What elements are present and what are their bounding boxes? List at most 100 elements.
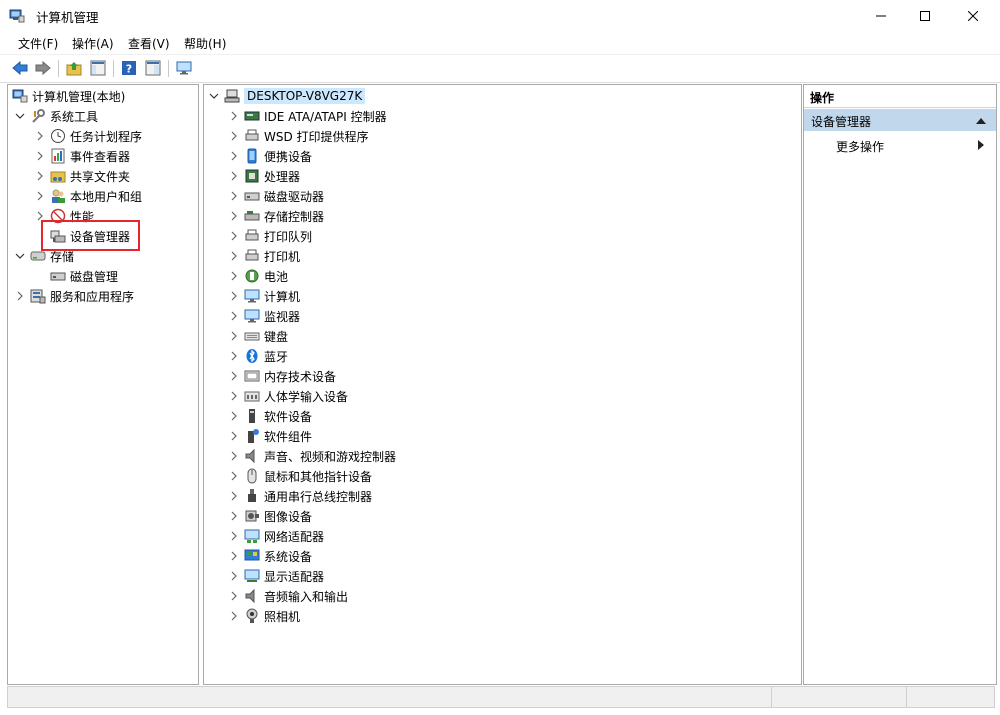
- chevron-right-icon[interactable]: [228, 550, 240, 562]
- chevron-right-icon[interactable]: [228, 390, 240, 402]
- properties-button[interactable]: [143, 59, 163, 77]
- device-category-row[interactable]: 图像设备: [228, 506, 312, 526]
- device-category-row[interactable]: 磁盘驱动器: [228, 186, 324, 206]
- shared-folder-icon: [50, 168, 66, 184]
- chevron-right-icon[interactable]: [34, 170, 46, 182]
- device-category-label: 鼠标和其他指针设备: [264, 469, 373, 484]
- menu-file[interactable]: 文件(F): [18, 35, 58, 52]
- up-folder-icon: [66, 62, 82, 76]
- device-category-label: WSD 打印提供程序: [264, 129, 369, 144]
- chevron-right-icon[interactable]: [228, 110, 240, 122]
- tree-item-services-applications[interactable]: 服务和应用程序: [14, 286, 134, 306]
- chevron-right-icon[interactable]: [228, 150, 240, 162]
- sound-icon: [244, 448, 260, 464]
- device-category-row[interactable]: 处理器: [228, 166, 300, 186]
- forward-button[interactable]: [33, 59, 53, 77]
- chevron-right-icon[interactable]: [228, 490, 240, 502]
- tree-item-label: 任务计划程序: [70, 129, 143, 144]
- chevron-right-icon[interactable]: [228, 230, 240, 242]
- menu-action[interactable]: 操作(A): [72, 35, 114, 52]
- tree-item-label: 共享文件夹: [70, 169, 131, 184]
- device-category-row[interactable]: 软件设备: [228, 406, 312, 426]
- device-category-row[interactable]: 人体学输入设备: [228, 386, 348, 406]
- device-category-row[interactable]: 音频输入和输出: [228, 586, 348, 606]
- device-category-row[interactable]: 声音、视频和游戏控制器: [228, 446, 396, 466]
- chevron-right-icon[interactable]: [228, 570, 240, 582]
- tree-root[interactable]: 计算机管理(本地): [12, 86, 125, 106]
- device-category-row[interactable]: 监视器: [228, 306, 300, 326]
- menu-help[interactable]: 帮助(H): [184, 35, 226, 52]
- tree-item-disk-management[interactable]: 磁盘管理: [50, 266, 118, 286]
- chevron-right-icon[interactable]: [228, 330, 240, 342]
- close-button[interactable]: [950, 0, 996, 31]
- chevron-right-icon[interactable]: [34, 130, 46, 142]
- menu-view[interactable]: 查看(V): [128, 35, 170, 52]
- tree-item-local-users-groups[interactable]: 本地用户和组: [34, 186, 142, 206]
- chevron-right-icon[interactable]: [228, 610, 240, 622]
- minimize-button[interactable]: [858, 0, 904, 31]
- chevron-right-icon[interactable]: [228, 210, 240, 222]
- device-category-row[interactable]: 键盘: [228, 326, 288, 346]
- back-arrow-icon: [12, 61, 28, 75]
- chevron-down-icon[interactable]: [14, 250, 26, 262]
- monitor-button[interactable]: [174, 59, 194, 77]
- chevron-right-icon[interactable]: [228, 430, 240, 442]
- back-button[interactable]: [10, 59, 30, 77]
- disk-drive-icon: [244, 188, 260, 204]
- maximize-button[interactable]: [902, 0, 948, 31]
- chevron-right-icon[interactable]: [228, 190, 240, 202]
- device-category-row[interactable]: 蓝牙: [228, 346, 288, 366]
- chevron-right-icon[interactable]: [228, 270, 240, 282]
- chevron-right-icon[interactable]: [228, 590, 240, 602]
- imaging-device-icon: [244, 508, 260, 524]
- device-category-row[interactable]: 显示适配器: [228, 566, 324, 586]
- chevron-right-icon[interactable]: [228, 470, 240, 482]
- chevron-right-icon[interactable]: [228, 510, 240, 522]
- chevron-right-icon[interactable]: [228, 450, 240, 462]
- chevron-right-icon[interactable]: [34, 150, 46, 162]
- tree-item-event-viewer[interactable]: 事件查看器: [34, 146, 130, 166]
- device-category-row[interactable]: 通用串行总线控制器: [228, 486, 372, 506]
- tree-item-shared-folders[interactable]: 共享文件夹: [34, 166, 130, 186]
- chevron-right-icon[interactable]: [228, 250, 240, 262]
- device-category-row[interactable]: 便携设备: [228, 146, 312, 166]
- device-category-row[interactable]: IDE ATA/ATAPI 控制器: [228, 106, 387, 126]
- tree-item-system-tools[interactable]: 系统工具: [14, 106, 98, 126]
- device-category-row[interactable]: WSD 打印提供程序: [228, 126, 369, 146]
- chevron-right-icon[interactable]: [228, 310, 240, 322]
- show-hide-tree-button[interactable]: [88, 59, 108, 77]
- chevron-right-icon[interactable]: [228, 170, 240, 182]
- device-tree-root[interactable]: DESKTOP-V8VG27K: [208, 86, 366, 106]
- chevron-right-icon[interactable]: [228, 290, 240, 302]
- chevron-right-icon[interactable]: [228, 370, 240, 382]
- chevron-down-icon[interactable]: [208, 90, 220, 102]
- device-category-row[interactable]: 电池: [228, 266, 288, 286]
- device-tree-root-label: DESKTOP-V8VG27K: [244, 88, 366, 104]
- device-category-label: 照相机: [264, 609, 301, 624]
- device-category-row[interactable]: 网络适配器: [228, 526, 324, 546]
- device-category-row[interactable]: 计算机: [228, 286, 300, 306]
- device-category-row[interactable]: 打印机: [228, 246, 300, 266]
- chevron-right-icon[interactable]: [228, 130, 240, 142]
- chevron-right-icon[interactable]: [34, 190, 46, 202]
- chevron-right-icon[interactable]: [14, 290, 26, 302]
- device-category-row[interactable]: 存储控制器: [228, 206, 324, 226]
- device-category-row[interactable]: 鼠标和其他指针设备: [228, 466, 372, 486]
- device-category-row[interactable]: 内存技术设备: [228, 366, 336, 386]
- chevron-right-icon[interactable]: [228, 530, 240, 542]
- device-category-row[interactable]: 照相机: [228, 606, 300, 626]
- device-category-label: 声音、视频和游戏控制器: [264, 449, 397, 464]
- close-icon: [968, 10, 978, 21]
- help-button[interactable]: ?: [119, 59, 139, 77]
- actions-section-device-manager[interactable]: 设备管理器: [804, 109, 996, 131]
- chevron-right-icon[interactable]: [228, 410, 240, 422]
- device-category-row[interactable]: 打印队列: [228, 226, 312, 246]
- more-actions-item[interactable]: 更多操作: [804, 135, 996, 155]
- device-category-row[interactable]: 系统设备: [228, 546, 312, 566]
- device-category-row[interactable]: 软件组件: [228, 426, 312, 446]
- chevron-right-icon[interactable]: [228, 350, 240, 362]
- chevron-down-icon[interactable]: [14, 110, 26, 122]
- audio-io-icon: [244, 588, 260, 604]
- up-level-button[interactable]: [64, 59, 84, 77]
- tree-item-task-scheduler[interactable]: 任务计划程序: [34, 126, 142, 146]
